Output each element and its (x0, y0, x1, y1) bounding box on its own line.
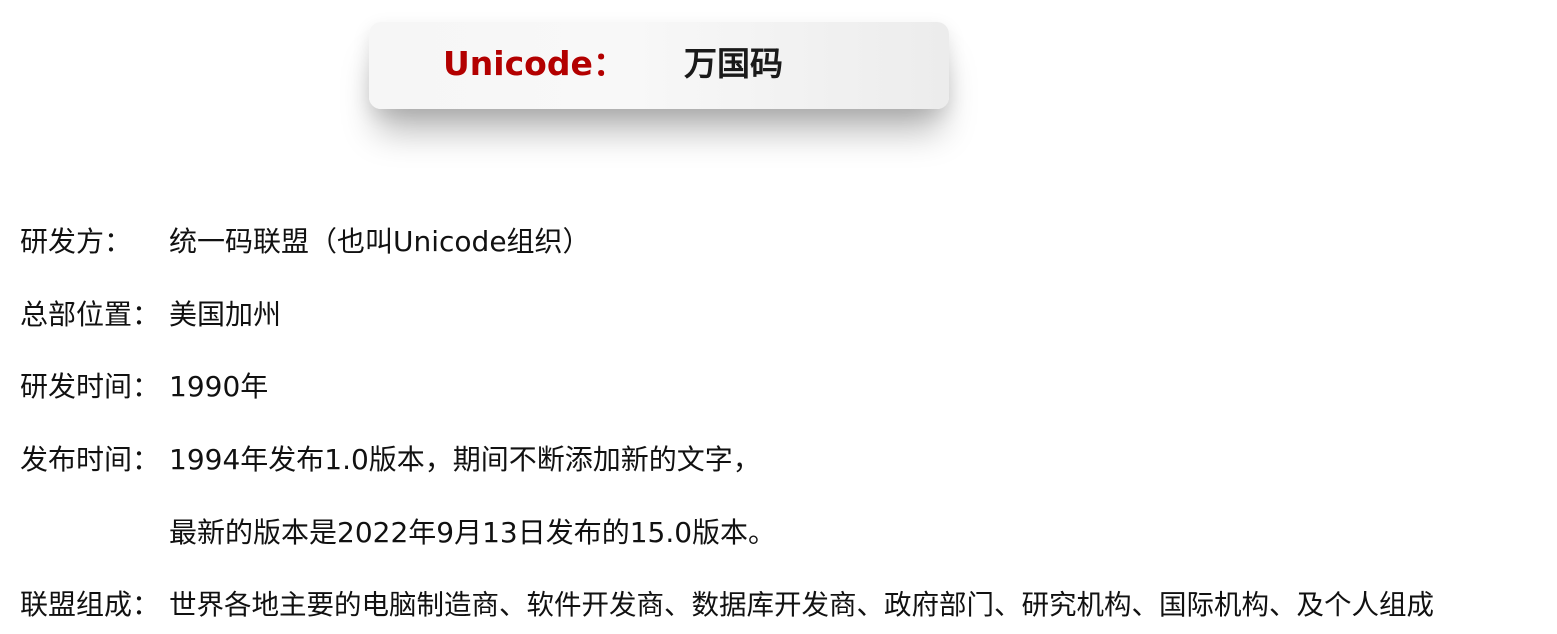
row-value: 世界各地主要的电脑制造商、软件开发商、数据库开发商、政府部门、研究机构、国际机构… (169, 589, 1434, 621)
row-value: 1994年发布1.0版本，期间不断添加新的文字， (169, 443, 761, 476)
row-value: 1990年 (169, 370, 269, 403)
title-key: Unicode： (443, 44, 626, 83)
row-label: 研发方： (20, 225, 133, 258)
row-value: 最新的版本是2022年9月13日发布的15.0版本。 (169, 516, 777, 549)
row-value: 美国加州 (169, 298, 282, 331)
row-label: 总部位置： (20, 298, 161, 331)
row-value: 统一码联盟（也叫Unicode组织） (169, 225, 591, 258)
title-value: 万国码 (684, 44, 783, 83)
row-label: 发布时间： (20, 443, 161, 476)
row-label: 联盟组成： (20, 588, 161, 621)
title-card: Unicode： 万国码 (369, 22, 949, 109)
row-label: 研发时间： (20, 370, 161, 403)
